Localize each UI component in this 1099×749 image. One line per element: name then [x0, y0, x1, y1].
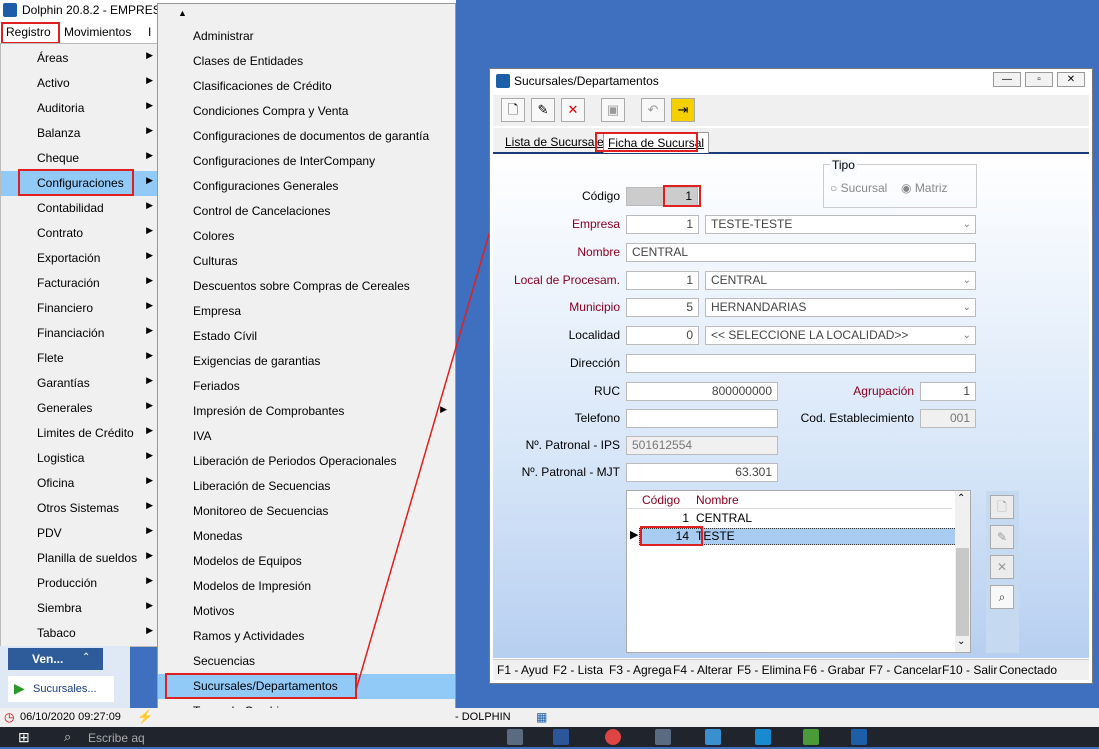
taskbar-search-input[interactable]: Escribe aq	[88, 731, 145, 745]
word-icon[interactable]	[553, 729, 569, 745]
function-key-hint: F5 - Elimina	[737, 663, 802, 677]
dolphin-status: - DOLPHIN	[455, 711, 511, 723]
status-bar: F1 - Ayud F2 - Lista F3 - Agrega F4 - Alter…	[493, 659, 1089, 680]
network-icon: ⚡	[137, 709, 154, 724]
local-select[interactable]: CENTRAL ⌄	[705, 271, 976, 290]
calc-icon: ▦	[536, 710, 548, 724]
function-key-hint: F7 - Cancelar	[869, 663, 942, 677]
grid-cell-nombre[interactable]: CENTRAL	[696, 511, 752, 525]
localidad-code[interactable]: 0	[626, 326, 699, 345]
highlight-row	[640, 526, 703, 546]
agrupacion-label: Agrupación	[853, 384, 914, 398]
function-key-hint: F4 - Alterar	[673, 663, 733, 677]
ips-field: 501612554	[626, 436, 778, 455]
ficha-panel: Tipo ○ Sucursal ◉ Matriz Código 1 Empres…	[493, 154, 1089, 658]
sucursales-grid: Código Nombre 1 CENTRAL ▶ 14 TESTE ⌃ ⌄	[626, 490, 971, 653]
sucursales-window: Sucursales/Departamentos — ▫ ✕ 🗋 ✎ ✕ ▣ ↶…	[489, 68, 1093, 684]
grid-edit-icon[interactable]: ✎	[990, 525, 1014, 549]
dolphin-taskbar-icon[interactable]	[851, 729, 867, 745]
localidad-select[interactable]: << SELECCIONE LA LOCALIDAD>> ⌄	[705, 326, 976, 345]
delete-doc-icon[interactable]: ✕	[561, 98, 585, 122]
window-tabs: Lista de Sucursales Ficha de Sucursal	[493, 128, 1089, 154]
new-doc-icon[interactable]: 🗋	[501, 98, 525, 122]
window-toolbar: 🗋 ✎ ✕ ▣ ↶ ⇥	[493, 95, 1089, 126]
function-key-hint: F6 - Grabar	[803, 663, 866, 677]
empresa-code[interactable]: 1	[626, 215, 699, 234]
scroll-down-icon[interactable]: ⌄	[957, 636, 965, 647]
ips-label: Nº. Patronal - IPS	[525, 438, 620, 452]
windows-taskbar: ⊞ ⌕ Escribe aq	[0, 727, 1099, 747]
direccion-label: Dirección	[569, 356, 620, 370]
row-pointer-icon: ▶	[630, 529, 639, 541]
save-icon[interactable]: ▣	[601, 98, 625, 122]
radio-matriz[interactable]: ◉ Matriz	[901, 181, 947, 195]
highlight-codigo	[663, 185, 701, 207]
mjt-field[interactable]: 63.301	[626, 463, 778, 482]
close-button[interactable]: ✕	[1057, 72, 1085, 87]
briefcase-icon[interactable]	[507, 729, 523, 745]
direccion-field[interactable]	[626, 354, 976, 373]
grid-scrollbar[interactable]: ⌃ ⌄	[955, 491, 970, 652]
grid-header-codigo[interactable]: Código	[642, 493, 680, 507]
grid-divider	[627, 508, 952, 509]
grid-new-icon[interactable]: 🗋	[990, 495, 1014, 519]
search-icon[interactable]: ⌕	[64, 729, 71, 745]
localidad-label: Localidad	[568, 328, 620, 342]
datetime: 06/10/2020 09:27:09	[20, 711, 121, 723]
tipo-label: Tipo	[830, 158, 857, 172]
maximize-button[interactable]: ▫	[1025, 72, 1053, 87]
sucursales-shortcut[interactable]: ▶ Sucursales...	[8, 676, 114, 702]
clock-bar: ◷ 06/10/2020 09:27:09 ⚡ - DOLPHIN ▦	[0, 708, 1099, 727]
empresa-select[interactable]: TESTE-TESTE ⌄	[705, 215, 976, 234]
cod-est-label: Cod. Establecimiento	[800, 411, 914, 425]
municipio-select[interactable]: HERNANDARIAS ⌄	[705, 298, 976, 317]
chrome-icon[interactable]	[605, 729, 621, 745]
exit-icon[interactable]: ⇥	[671, 98, 695, 122]
grid-delete-icon[interactable]: ✕	[990, 555, 1014, 579]
undo-icon[interactable]: ↶	[641, 98, 665, 122]
mjt-label: Nº. Patronal - MJT	[521, 465, 620, 479]
window-app-icon	[496, 74, 510, 88]
nombre-field[interactable]: CENTRAL	[626, 243, 976, 262]
grid-search-icon[interactable]: ⌕	[990, 585, 1014, 609]
side-panel: Ven... ⌃ ▶ Sucursales...	[0, 646, 130, 708]
empresa-label: Empresa	[571, 217, 620, 231]
edit-doc-icon[interactable]: ✎	[531, 98, 555, 122]
telefono-label: Telefono	[574, 411, 620, 425]
shield-icon[interactable]	[705, 729, 721, 745]
windows-start-icon[interactable]: ⊞	[18, 729, 30, 746]
function-key-hint: F3 - Agrega	[609, 663, 672, 677]
play-icon: ▶	[14, 680, 25, 696]
grid-header-nombre[interactable]: Nombre	[696, 493, 739, 507]
window-title-bar: Sucursales/Departamentos — ▫ ✕	[490, 69, 1092, 93]
local-label: Local de Procesam.	[513, 273, 620, 287]
local-code[interactable]: 1	[626, 271, 699, 290]
monitor-icon[interactable]	[655, 729, 671, 745]
ruc-field[interactable]: 800000000	[626, 382, 778, 401]
municipio-label: Municipio	[569, 300, 620, 314]
clock-icon: ◷	[4, 710, 15, 724]
connection-status: Conectado	[999, 663, 1058, 677]
collapse-icon[interactable]: ⌃	[82, 652, 90, 663]
scroll-up-icon[interactable]: ⌃	[957, 493, 965, 504]
shortcut-label: Sucursales...	[33, 683, 97, 695]
codigo-label: Código	[581, 189, 620, 203]
function-key-hint: F2 - Lista	[553, 663, 604, 677]
agrupacion-field[interactable]: 1	[920, 382, 976, 401]
spreadsheet-icon[interactable]	[803, 729, 819, 745]
ruc-label: RUC	[594, 384, 620, 398]
nombre-label: Nombre	[577, 245, 620, 259]
cod-est-field: 001	[920, 409, 976, 428]
minimize-button[interactable]: —	[993, 72, 1021, 87]
window-title: Sucursales/Departamentos	[514, 74, 659, 88]
function-key-hint: F10 - Salir	[942, 663, 998, 677]
highlight-tab-ficha	[595, 132, 698, 152]
function-key-hint: F1 - Ayud	[497, 663, 549, 677]
scroll-thumb[interactable]	[956, 548, 969, 636]
teams-icon[interactable]	[755, 729, 771, 745]
telefono-field[interactable]	[626, 409, 778, 428]
radio-sucursal[interactable]: ○ Sucursal	[830, 181, 887, 195]
grid-cell-codigo[interactable]: 1	[667, 511, 689, 525]
municipio-code[interactable]: 5	[626, 298, 699, 317]
